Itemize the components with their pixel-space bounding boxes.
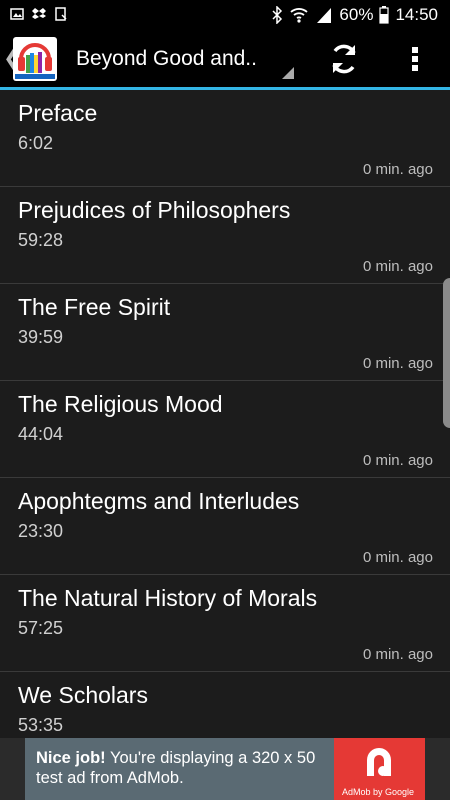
admob-logo[interactable]: AdMob by Google [334, 738, 425, 800]
chapter-duration: 39:59 [18, 327, 64, 347]
dropbox-icon [32, 8, 46, 19]
more-vertical-icon [412, 47, 418, 71]
chapter-title: The Free Spirit [18, 294, 171, 320]
list-item[interactable]: Apophtegms and Interludes 23:30 0 min. a… [0, 478, 450, 575]
bluetooth-icon [272, 6, 283, 24]
ad-headline: Nice job! [36, 749, 106, 767]
chapter-last-played: 0 min. ago [362, 355, 433, 372]
list-item[interactable]: The Religious Mood 44:04 0 min. ago [0, 381, 450, 478]
refresh-button[interactable] [322, 39, 366, 79]
chapter-title: We Scholars [18, 682, 148, 708]
overflow-menu-button[interactable] [398, 39, 434, 79]
dropdown-indicator-icon [282, 67, 294, 79]
chapter-duration: 44:04 [18, 424, 64, 444]
chapter-title: Apophtegms and Interludes [18, 488, 300, 514]
chapter-title: Preface [18, 100, 98, 126]
refresh-icon [332, 44, 356, 74]
battery-percent: 60% [339, 5, 374, 24]
chapter-last-played: 0 min. ago [362, 549, 433, 566]
document-icon [55, 7, 67, 21]
app-logo-icon[interactable] [13, 37, 57, 81]
admob-icon [367, 748, 391, 776]
list-item[interactable]: Prejudices of Philosophers 59:28 0 min. … [0, 187, 450, 284]
chapter-list[interactable]: Preface 6:02 0 min. ago Prejudices of Ph… [0, 90, 450, 738]
chapter-last-played: 0 min. ago [362, 258, 433, 275]
list-item[interactable]: Preface 6:02 0 min. ago [0, 90, 450, 187]
gallery-icon [10, 8, 24, 20]
ad-content[interactable]: Nice job! You're displaying a 320 x 50 t… [25, 738, 425, 800]
chapter-duration: 23:30 [18, 521, 64, 541]
list-item[interactable]: The Free Spirit 39:59 0 min. ago [0, 284, 450, 381]
chapter-duration: 57:25 [18, 618, 64, 638]
list-item[interactable]: The Natural History of Morals 57:25 0 mi… [0, 575, 450, 672]
chapter-title: The Religious Mood [18, 391, 223, 417]
wifi-icon [290, 8, 309, 23]
chapter-last-played: 0 min. ago [362, 646, 433, 663]
signal-icon [317, 8, 332, 23]
ad-badge-text: AdMob by Google [342, 787, 415, 797]
clock: 14:50 [395, 5, 438, 24]
chapter-title: The Natural History of Morals [18, 585, 318, 611]
chapter-last-played: 0 min. ago [362, 452, 433, 469]
chapter-duration: 53:35 [18, 715, 64, 735]
chapter-duration: 6:02 [18, 133, 54, 153]
chapter-last-played: 0 min. ago [362, 161, 433, 178]
ad-text: Nice job! You're displaying a 320 x 50 t… [36, 748, 336, 788]
chapter-title: Prejudices of Philosophers [18, 197, 291, 223]
fast-scroll-handle[interactable] [443, 278, 450, 428]
list-item[interactable]: We Scholars 53:35 [0, 672, 450, 738]
chapter-duration: 59:28 [18, 230, 64, 250]
status-bar: 60% 14:50 [0, 0, 450, 31]
title-dropdown[interactable]: Beyond Good and.. [64, 31, 296, 87]
battery-icon [379, 6, 390, 24]
ad-banner[interactable]: Nice job! You're displaying a 320 x 50 t… [0, 738, 450, 800]
action-bar: ❮ Beyond Good and.. [0, 31, 450, 90]
page-title: Beyond Good and.. [76, 47, 257, 70]
